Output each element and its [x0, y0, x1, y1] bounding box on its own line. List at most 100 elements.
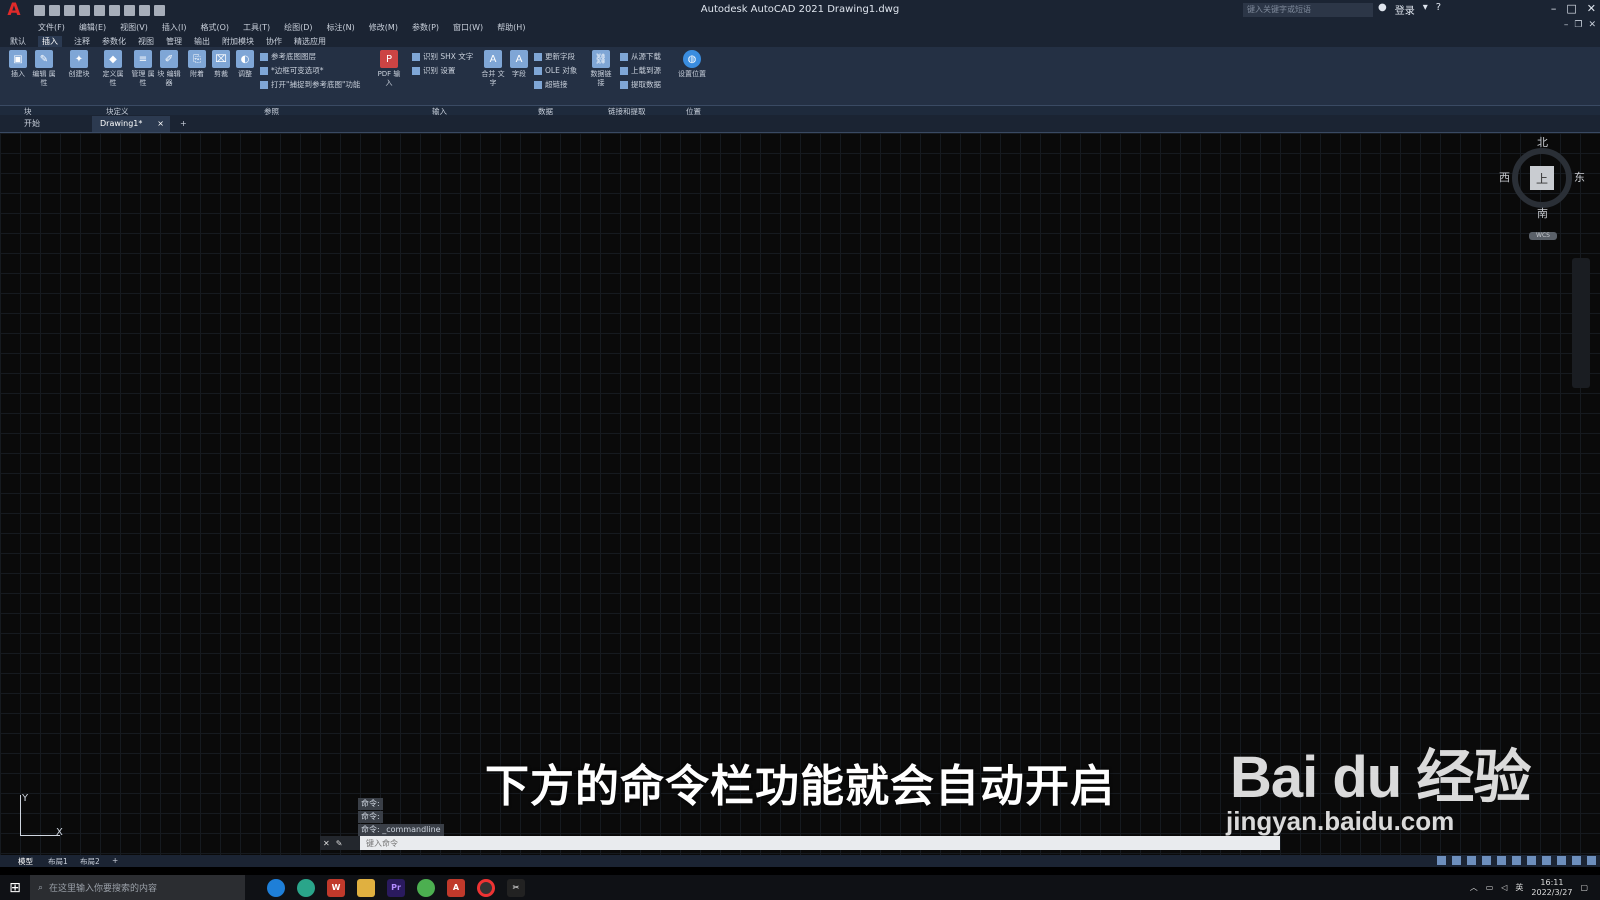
ref-underlay-layers[interactable]: 参考底图图层: [260, 51, 316, 62]
minimize-icon[interactable]: –: [1551, 2, 1557, 15]
clip-button[interactable]: ⌧ 剪裁: [208, 50, 234, 79]
search-input[interactable]: 键入关键字或短语: [1243, 3, 1373, 17]
attach-button[interactable]: ⎘ 附着: [184, 50, 210, 79]
update-field-button[interactable]: 更新字段: [534, 51, 575, 62]
polar-icon[interactable]: [1497, 856, 1506, 865]
tab-featured-apps[interactable]: 精选应用: [294, 36, 326, 47]
cart-icon[interactable]: ▾: [1423, 2, 1428, 17]
tab-addins[interactable]: 附加模块: [222, 36, 254, 47]
edit-attribute-button[interactable]: ✎ 编辑 属性: [31, 50, 57, 88]
data-link-button[interactable]: ⛓ 数据链接: [588, 50, 614, 88]
menu-modify[interactable]: 修改(M): [369, 22, 398, 33]
create-block-button[interactable]: ✦ 创建块: [66, 50, 92, 79]
tab-default[interactable]: 默认: [10, 36, 26, 47]
pdf-import-button[interactable]: P PDF 输入: [376, 50, 402, 88]
edge-icon[interactable]: [267, 878, 285, 897]
new-icon[interactable]: [34, 4, 45, 16]
tab-parametric[interactable]: 参数化: [102, 36, 126, 47]
ortho-icon[interactable]: [1482, 856, 1491, 865]
record-icon[interactable]: [477, 878, 495, 897]
grid-icon[interactable]: [1452, 856, 1461, 865]
taskbar-search[interactable]: ⌕ 在这里输入你要搜索的内容: [30, 875, 245, 900]
chrome-icon[interactable]: [417, 878, 435, 897]
plot-icon[interactable]: [124, 4, 135, 16]
autocad-logo-icon[interactable]: A: [4, 0, 24, 20]
tab-collaborate[interactable]: 协作: [266, 36, 282, 47]
edge-dev-icon[interactable]: [297, 878, 315, 897]
viewcube-top-face[interactable]: 上: [1530, 166, 1554, 190]
object-snap-icon[interactable]: [1527, 856, 1536, 865]
compass-east[interactable]: 东: [1574, 169, 1585, 185]
wcs-menu[interactable]: WCS: [1529, 232, 1557, 240]
help-icon[interactable]: ?: [1436, 2, 1441, 17]
windows-start-icon[interactable]: ⊞: [0, 875, 30, 900]
command-customize-icon[interactable]: ✎: [336, 839, 343, 848]
menu-format[interactable]: 格式(O): [200, 22, 229, 33]
compass-north[interactable]: 北: [1537, 134, 1548, 150]
doc-minimize-icon[interactable]: –: [1564, 20, 1569, 30]
clock[interactable]: 16:11 2022/3/27: [1531, 878, 1572, 898]
signin-link[interactable]: 登录: [1395, 2, 1415, 17]
open-icon[interactable]: [49, 4, 60, 16]
menu-tools[interactable]: 工具(T): [243, 22, 270, 33]
menu-view[interactable]: 视图(V): [120, 22, 148, 33]
menu-dimension[interactable]: 标注(N): [327, 22, 355, 33]
add-layout-button[interactable]: +: [112, 856, 118, 865]
adjust-button[interactable]: ◐ 调整: [232, 50, 258, 79]
tab-output[interactable]: 输出: [194, 36, 210, 47]
viewcube[interactable]: 上 北 南 东 西 WCS: [1499, 136, 1585, 250]
recognize-settings-button[interactable]: 识别 设置: [412, 65, 455, 76]
redo-icon[interactable]: [154, 4, 165, 16]
merge-text-button[interactable]: A 合并 文字: [480, 50, 506, 88]
user-icon[interactable]: ●: [1378, 2, 1387, 17]
tab-manage[interactable]: 管理: [166, 36, 182, 47]
annotation-scale-icon[interactable]: [1542, 856, 1551, 865]
hyperlink-button[interactable]: 超链接: [534, 79, 568, 90]
wps-icon[interactable]: W: [327, 878, 345, 897]
close-icon[interactable]: ✕: [1587, 2, 1596, 15]
command-close-icon[interactable]: ✕: [323, 839, 330, 848]
layout-tab-model[interactable]: 模型: [18, 856, 33, 867]
undo-icon[interactable]: [139, 4, 150, 16]
isodraft-icon[interactable]: [1512, 856, 1521, 865]
navigation-bar[interactable]: [1572, 258, 1590, 388]
recognize-shx-button[interactable]: 识别 SHX 文字: [412, 51, 473, 62]
command-input[interactable]: [366, 838, 1246, 848]
block-editor-button[interactable]: ✐ 块 编辑器: [156, 50, 182, 88]
insert-button[interactable]: ▣ 插入: [5, 50, 31, 79]
manage-attribute-button[interactable]: ≡ 管理 属性: [130, 50, 156, 88]
web-open-icon[interactable]: [94, 4, 105, 16]
explorer-icon[interactable]: [357, 878, 375, 897]
ole-object-button[interactable]: OLE 对象: [534, 65, 577, 76]
network-icon[interactable]: ▭: [1486, 883, 1494, 892]
doc-close-icon[interactable]: ✕: [1588, 20, 1596, 30]
field-button[interactable]: A 字段: [506, 50, 532, 79]
workspace-gear-icon[interactable]: [1557, 856, 1566, 865]
capcut-icon[interactable]: ✂: [507, 878, 525, 897]
layout-tab-1[interactable]: 布局1: [48, 856, 68, 867]
menu-parametric[interactable]: 参数(P): [412, 22, 439, 33]
snap-underlay-dropdown[interactable]: 打开"捕捉到参考底图"功能: [260, 79, 360, 90]
tab-annotate[interactable]: 注释: [74, 36, 90, 47]
menu-file[interactable]: 文件(F): [38, 22, 65, 33]
download-source-button[interactable]: 从源下载: [620, 51, 661, 62]
web-save-icon[interactable]: [109, 4, 120, 16]
set-location-button[interactable]: ◍ 设置位置: [676, 50, 708, 79]
volume-icon[interactable]: ◁: [1501, 883, 1507, 892]
frame-variable-dropdown[interactable]: *边框可变选项*: [260, 65, 324, 76]
compass-south[interactable]: 南: [1537, 205, 1548, 221]
maximize-icon[interactable]: □: [1566, 2, 1576, 15]
new-tab-button[interactable]: +: [172, 116, 195, 132]
fullscreen-icon[interactable]: [1572, 856, 1581, 865]
define-attribute-button[interactable]: ◆ 定义属性: [100, 50, 126, 88]
save-as-icon[interactable]: [79, 4, 90, 16]
close-tab-icon[interactable]: ×: [157, 116, 164, 132]
doc-restore-icon[interactable]: ❐: [1574, 20, 1582, 30]
menu-insert[interactable]: 插入(I): [162, 22, 187, 33]
customize-menu-icon[interactable]: [1587, 856, 1596, 865]
input-language[interactable]: 英: [1515, 882, 1523, 893]
premiere-icon[interactable]: Pr: [387, 878, 405, 897]
menu-edit[interactable]: 编辑(E): [79, 22, 106, 33]
tab-start[interactable]: 开始: [16, 116, 48, 132]
notification-icon[interactable]: ▢: [1580, 883, 1588, 892]
